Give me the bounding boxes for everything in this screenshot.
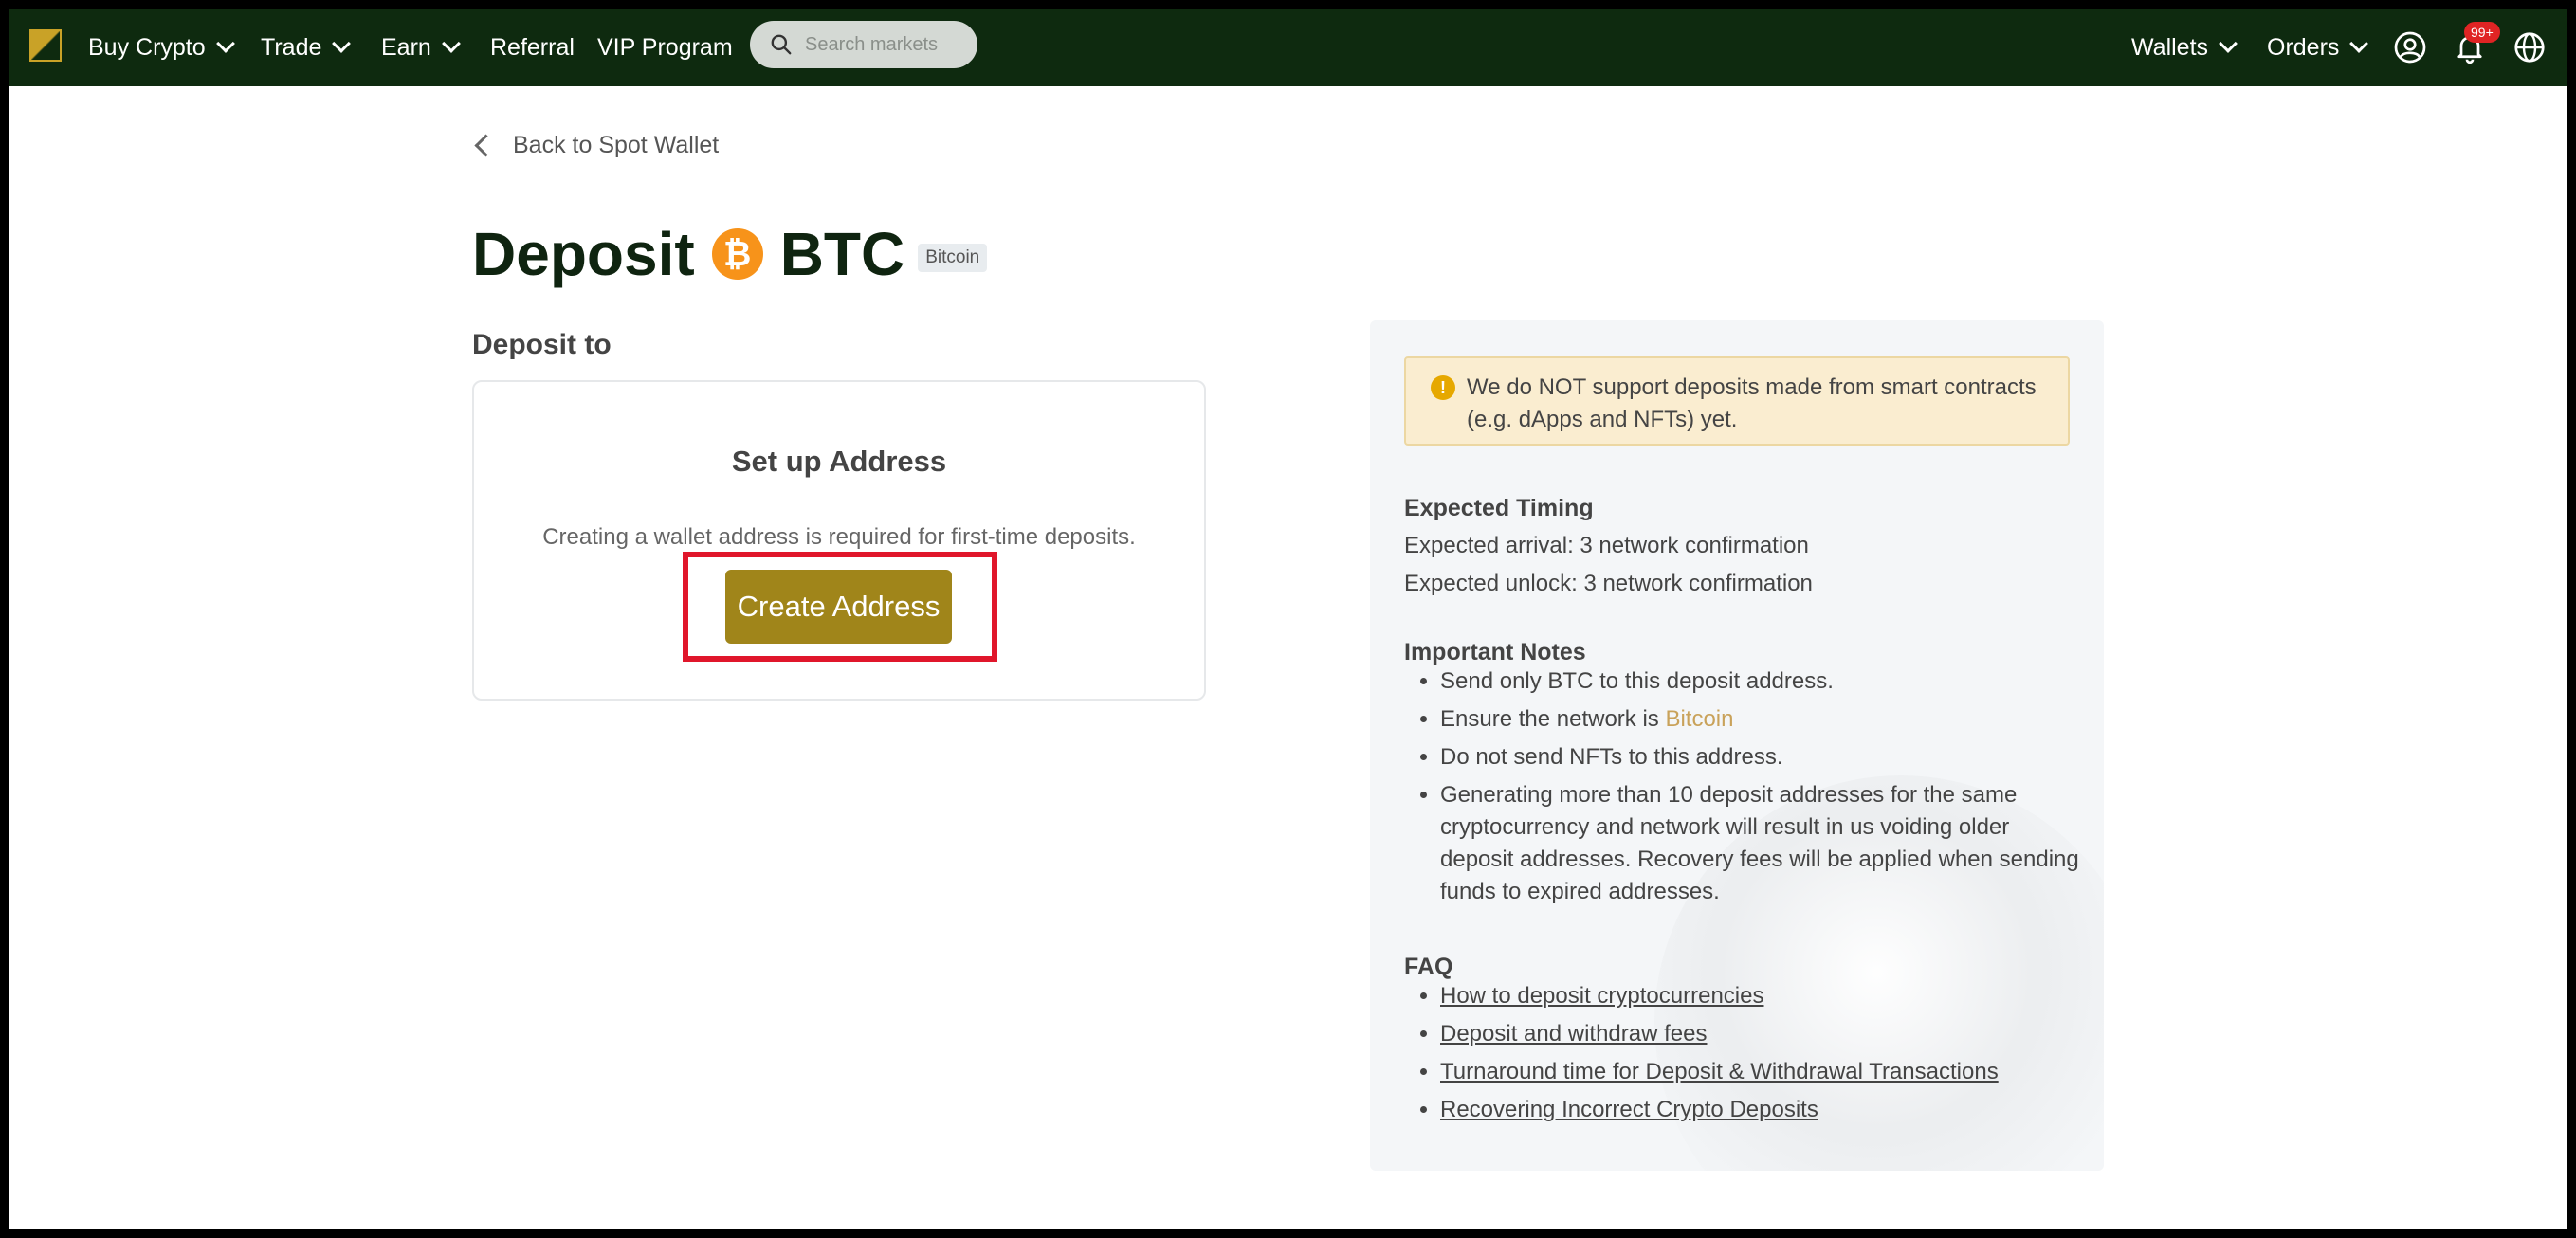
search-input[interactable] — [803, 32, 968, 57]
list-item: Recovering Incorrect Crypto Deposits — [1440, 1094, 2085, 1126]
list-item: Generating more than 10 deposit addresse… — [1440, 779, 2085, 908]
list-item: Do not send NFTs to this address. — [1440, 741, 2085, 774]
faq-list: How to deposit cryptocurrencies Deposit … — [1404, 980, 2085, 1132]
back-link-label: Back to Spot Wallet — [513, 132, 720, 158]
note-text: Send only BTC to this deposit address. — [1440, 668, 1834, 694]
warning-text: We do NOT support deposits made from sma… — [1467, 374, 2037, 432]
nav-trade[interactable]: Trade — [261, 9, 352, 86]
setup-address-description: Creating a wallet address is required fo… — [542, 524, 1136, 550]
nav-referral[interactable]: Referral — [490, 9, 575, 86]
expected-unlock-text: Expected unlock: 3 network confirmation — [1404, 571, 1813, 596]
chevron-down-icon — [441, 34, 461, 53]
important-notes-title: Important Notes — [1404, 639, 1586, 665]
list-item: How to deposit cryptocurrencies — [1440, 980, 2085, 1012]
nav-buy-crypto-label: Buy Crypto — [88, 33, 206, 61]
deposit-info-panel: ! We do NOT support deposits made from s… — [1370, 320, 2104, 1171]
faq-link-turnaround-time[interactable]: Turnaround time for Deposit & Withdrawal… — [1440, 1059, 1999, 1084]
faq-title: FAQ — [1404, 954, 1453, 980]
faq-link-how-to-deposit[interactable]: How to deposit cryptocurrencies — [1440, 983, 1763, 1009]
nav-trade-label: Trade — [261, 33, 322, 61]
back-to-spot-wallet-link[interactable]: Back to Spot Wallet — [472, 132, 719, 159]
nav-buy-crypto[interactable]: Buy Crypto — [88, 9, 235, 86]
user-icon — [2394, 31, 2426, 64]
expected-timing-title: Expected Timing — [1404, 495, 1594, 521]
search-box[interactable] — [750, 21, 977, 68]
nav-vip-program-label: VIP Program — [597, 33, 733, 61]
page-title: Deposit ₿ BTC Bitcoin — [472, 219, 988, 289]
nav-vip-program[interactable]: VIP Program — [597, 9, 733, 86]
nav-wallets-label: Wallets — [2131, 33, 2209, 61]
faq-link-fees[interactable]: Deposit and withdraw fees — [1440, 1021, 1707, 1047]
setup-address-heading: Set up Address — [731, 445, 947, 478]
nav-wallets[interactable]: Wallets — [2131, 9, 2238, 86]
warning-icon: ! — [1431, 375, 1455, 400]
smart-contract-warning: ! We do NOT support deposits made from s… — [1404, 356, 2070, 446]
search-icon — [771, 34, 792, 55]
nav-earn-label: Earn — [381, 33, 431, 61]
chevron-left-icon — [474, 134, 498, 157]
notification-count-badge: 99+ — [2464, 22, 2500, 43]
create-address-button[interactable]: Create Address — [725, 570, 952, 644]
top-navigation-bar: Buy Crypto Trade Earn Referral VIP Progr… — [9, 9, 2567, 86]
nav-referral-label: Referral — [490, 33, 575, 61]
chevron-down-icon — [2219, 34, 2238, 53]
language-button[interactable] — [2512, 30, 2547, 64]
note-text: Ensure the network is — [1440, 706, 1666, 732]
nav-earn[interactable]: Earn — [381, 9, 461, 86]
bitcoin-icon: ₿ — [711, 228, 763, 280]
faq-link-recovering-deposits[interactable]: Recovering Incorrect Crypto Deposits — [1440, 1097, 1818, 1122]
network-name-link[interactable]: Bitcoin — [1665, 706, 1733, 732]
page-title-prefix: Deposit — [472, 220, 695, 288]
list-item: Deposit and withdraw fees — [1440, 1018, 2085, 1050]
deposit-to-label: Deposit to — [472, 329, 612, 360]
nav-orders-label: Orders — [2267, 33, 2340, 61]
list-item: Ensure the network is Bitcoin — [1440, 703, 2085, 736]
chevron-down-icon — [2349, 34, 2369, 53]
brand-logo[interactable] — [29, 29, 62, 62]
globe-icon — [2514, 32, 2545, 63]
important-notes-list: Send only BTC to this deposit address. E… — [1404, 665, 2085, 914]
app-window: Buy Crypto Trade Earn Referral VIP Progr… — [9, 9, 2567, 1229]
note-text: Do not send NFTs to this address. — [1440, 744, 1783, 770]
chevron-down-icon — [332, 34, 352, 53]
account-button[interactable] — [2393, 30, 2427, 64]
coin-symbol: BTC — [779, 220, 905, 288]
list-item: Turnaround time for Deposit & Withdrawal… — [1440, 1056, 2085, 1088]
nav-orders[interactable]: Orders — [2267, 9, 2369, 86]
list-item: Send only BTC to this deposit address. — [1440, 665, 2085, 698]
coin-name-badge: Bitcoin — [918, 244, 988, 272]
chevron-down-icon — [215, 34, 235, 53]
expected-arrival-text: Expected arrival: 3 network confirmation — [1404, 533, 1809, 558]
note-text: Generating more than 10 deposit addresse… — [1440, 782, 2079, 904]
